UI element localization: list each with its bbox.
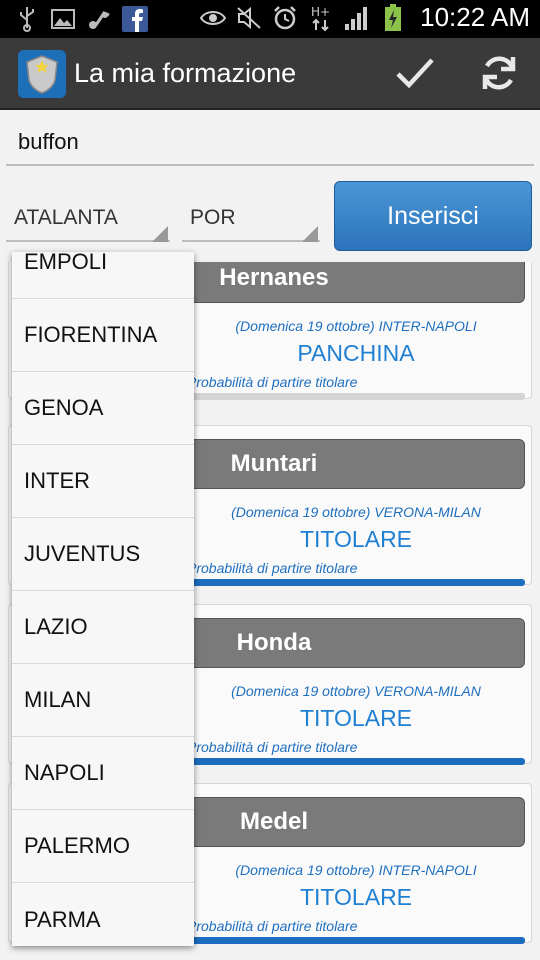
dropdown-item[interactable]: NAPOLI: [12, 737, 194, 810]
role-spinner-underline: [182, 240, 320, 242]
dropdown-item[interactable]: PARMA: [12, 883, 194, 946]
team-spinner-underline: [6, 240, 170, 242]
battery-charging-icon: [380, 3, 406, 33]
dropdown-item[interactable]: FIORENTINA: [12, 299, 194, 372]
probability-label: Probabilità di partire titolare: [187, 739, 358, 755]
action-bar: La mia formazione: [0, 38, 540, 110]
refresh-button[interactable]: [476, 52, 522, 98]
check-icon: [395, 57, 435, 94]
dropdown-item[interactable]: LAZIO: [12, 591, 194, 664]
probability-label: Probabilità di partire titolare: [187, 374, 358, 390]
hplus-signal-icon: H+: [308, 3, 334, 33]
signal-bars-icon: [344, 3, 370, 33]
role-spinner[interactable]: POR: [182, 194, 320, 248]
team-spinner[interactable]: ATALANTA: [6, 194, 170, 248]
mute-icon: [236, 3, 262, 33]
dropdown-item[interactable]: MILAN: [12, 664, 194, 737]
probability-label: Probabilità di partire titolare: [187, 560, 358, 576]
usb-icon: [14, 4, 40, 34]
facebook-icon: [122, 4, 148, 34]
probability-label: Probabilità di partire titolare: [187, 918, 358, 934]
role-spinner-value: POR: [190, 206, 236, 229]
music-icon: [86, 4, 112, 34]
team-dropdown-list[interactable]: EMPOLI FIORENTINA GENOA INTER JUVENTUS L…: [12, 252, 194, 946]
team-spinner-value: ATALANTA: [14, 206, 118, 229]
dropdown-item[interactable]: EMPOLI: [12, 252, 194, 299]
dropdown-item[interactable]: GENOA: [12, 372, 194, 445]
clock: 10:22 AM: [420, 2, 530, 32]
eye-icon: [200, 3, 227, 33]
insert-button[interactable]: Inserisci: [334, 181, 532, 251]
player-search-input[interactable]: [6, 120, 534, 164]
app-logo-icon: [18, 50, 66, 98]
dropdown-arrow-icon: [152, 226, 168, 242]
search-underline: [6, 164, 534, 166]
app-title: La mia formazione: [74, 58, 297, 88]
dropdown-arrow-icon: [302, 226, 318, 242]
alarm-icon: [272, 3, 298, 33]
status-bar: H+ 10:22 AM: [0, 0, 540, 38]
dropdown-item[interactable]: PALERMO: [12, 810, 194, 883]
svg-text:H+: H+: [311, 5, 330, 19]
confirm-button[interactable]: [392, 52, 438, 98]
dropdown-item[interactable]: INTER: [12, 445, 194, 518]
image-icon: [50, 4, 76, 34]
dropdown-item[interactable]: JUVENTUS: [12, 518, 194, 591]
refresh-icon: [479, 53, 519, 98]
search-field[interactable]: [6, 120, 534, 166]
